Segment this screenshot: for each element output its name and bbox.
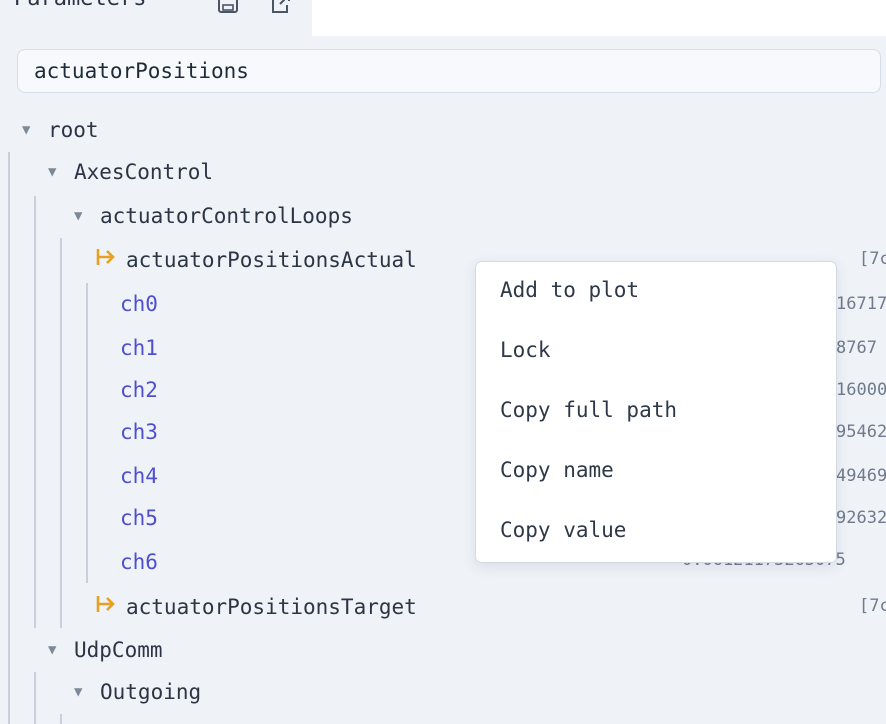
- chevron-down-icon[interactable]: ▼: [48, 164, 56, 180]
- tree-node-label: actuatorControlLoops: [100, 204, 353, 228]
- menu-item-copy-full-path[interactable]: Copy full path: [500, 398, 677, 422]
- chevron-down-icon[interactable]: ▼: [22, 122, 30, 138]
- tree-node-root[interactable]: ▼ root: [0, 114, 886, 148]
- tab-bar: Parameters: [0, 0, 886, 36]
- menu-item-copy-value[interactable]: Copy value: [500, 518, 626, 542]
- menu-item-lock[interactable]: Lock: [500, 338, 551, 362]
- tree-leaf-label: ch5: [120, 506, 158, 530]
- tree-leaf-label: ch2: [120, 378, 158, 402]
- tree-node-label: Outgoing: [100, 680, 202, 704]
- chevron-down-icon[interactable]: ▼: [48, 642, 56, 658]
- tree-node-axes-control[interactable]: ▼ AxesControl: [0, 156, 886, 190]
- arrow-right-to-line-icon: [96, 596, 115, 612]
- tree-node-label: actuatorPositionsTarget: [126, 595, 417, 619]
- tree-node-label: root: [48, 118, 99, 142]
- tree-node-outgoing[interactable]: ▼ Outgoing: [0, 676, 886, 710]
- search-input[interactable]: [17, 49, 881, 93]
- panel-title: Parameters: [14, 0, 146, 11]
- tree-leaf-value: 92632: [836, 508, 886, 528]
- tree-leaf-label: ch4: [120, 464, 158, 488]
- tree-node-actuator-control-loops[interactable]: ▼ actuatorControlLoops: [0, 200, 886, 234]
- tree-leaf-value: 16717: [836, 294, 886, 314]
- tree-node-actuator-positions-target[interactable]: actuatorPositionsTarget [7c: [0, 590, 886, 624]
- tree-node-value: [7c: [859, 596, 886, 616]
- tree-node-udp-comm[interactable]: ▼ UdpComm: [0, 634, 886, 668]
- tree-leaf-value: 95462: [836, 422, 886, 442]
- tab-bar-empty: [312, 0, 886, 36]
- tree-node-label: AxesControl: [74, 160, 214, 184]
- tree-node-label: UdpComm: [74, 638, 163, 662]
- save-icon[interactable]: [217, 0, 239, 14]
- tree-leaf-label: ch0: [120, 292, 158, 316]
- chevron-down-icon[interactable]: ▼: [74, 208, 82, 224]
- menu-item-copy-name[interactable]: Copy name: [500, 458, 614, 482]
- menu-item-add-to-plot[interactable]: Add to plot: [500, 278, 639, 302]
- chevron-down-icon[interactable]: ▼: [74, 684, 82, 700]
- tree-node-label: actuatorPositionsActual: [126, 248, 417, 272]
- external-link-icon[interactable]: [270, 0, 292, 14]
- tree-leaf-label: ch1: [120, 336, 158, 360]
- tree-leaf-label: ch3: [120, 420, 158, 444]
- context-menu: Add to plot Lock Copy full path Copy nam…: [475, 261, 837, 563]
- tree-leaf-value: 49469: [836, 466, 886, 486]
- tree-leaf-value: 8767: [836, 338, 877, 358]
- arrow-right-to-line-icon: [96, 249, 115, 265]
- tree-leaf-label: ch6: [120, 550, 158, 574]
- tab-parameters[interactable]: Parameters: [0, 0, 312, 36]
- tree-leaf-value: 16000: [836, 380, 886, 400]
- tree-node-value: [7c: [859, 249, 886, 269]
- tree-guide-line: [60, 714, 62, 724]
